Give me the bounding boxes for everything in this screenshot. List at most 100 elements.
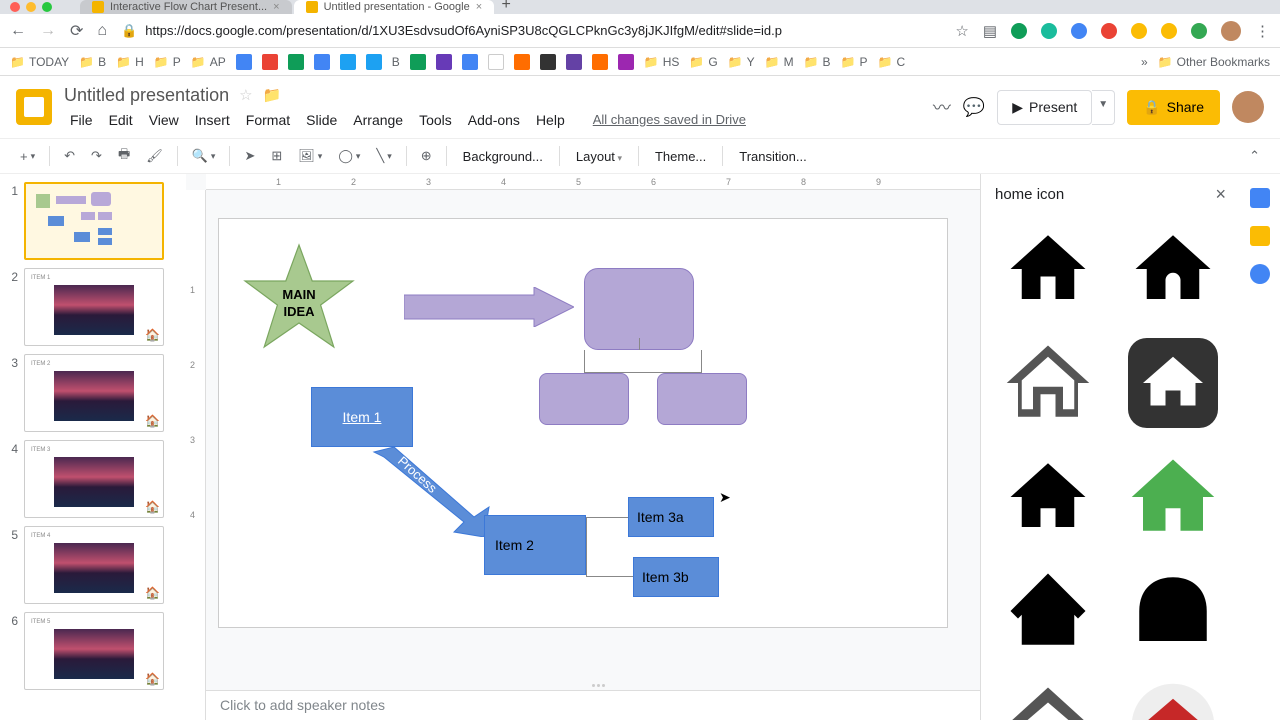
present-button[interactable]: ▶ Present: [997, 90, 1092, 125]
user-avatar[interactable]: [1232, 91, 1264, 123]
bookmark-item[interactable]: [314, 54, 330, 70]
extension-icon[interactable]: [1101, 23, 1117, 39]
keep-icon[interactable]: [1250, 226, 1270, 246]
bookmark-item[interactable]: [262, 54, 278, 70]
star-shape[interactable]: MAINIDEA: [239, 239, 359, 369]
bookmarks-overflow[interactable]: »: [1141, 55, 1148, 69]
bookmark-folder[interactable]: 📁B: [79, 55, 106, 69]
bookmark-folder[interactable]: 📁M: [765, 55, 794, 69]
bookmark-item[interactable]: [566, 54, 582, 70]
collapse-toolbar[interactable]: ⌃: [1243, 144, 1266, 168]
reload-button[interactable]: ⟳: [70, 21, 83, 41]
menu-arrange[interactable]: Arrange: [347, 110, 409, 130]
theme-button[interactable]: Theme...: [647, 145, 714, 168]
search-result-home-6[interactable]: [1114, 443, 1233, 551]
menu-tools[interactable]: Tools: [413, 110, 458, 130]
bookmark-item[interactable]: [462, 54, 478, 70]
slide-canvas[interactable]: MAINIDEA Item 1 Process Item 2 Item 3a I…: [218, 218, 948, 628]
bookmark-item[interactable]: [366, 54, 382, 70]
item1-box[interactable]: Item 1: [311, 387, 413, 447]
browser-tab-1[interactable]: Interactive Flow Chart Present... ×: [80, 0, 292, 14]
bookmark-folder[interactable]: 📁P: [841, 55, 868, 69]
bookmark-folder[interactable]: 📁H: [116, 55, 144, 69]
back-button[interactable]: ←: [10, 22, 26, 40]
bookmark-item[interactable]: [514, 54, 530, 70]
search-result-home-3[interactable]: [989, 329, 1108, 437]
menu-edit[interactable]: Edit: [103, 110, 139, 130]
tasks-icon[interactable]: [1250, 264, 1270, 284]
slide-thumbnail-2[interactable]: ITEM 1 🏠: [24, 268, 164, 346]
activity-icon[interactable]: 〰: [933, 94, 951, 120]
window-minimize[interactable]: [26, 2, 36, 12]
item3a-box[interactable]: Item 3a: [628, 497, 714, 537]
present-dropdown[interactable]: ▼: [1092, 90, 1115, 125]
redo-button[interactable]: ↷: [85, 144, 108, 168]
move-folder-icon[interactable]: 📁: [263, 86, 282, 104]
slide-thumbnail-6[interactable]: ITEM 5 🏠: [24, 612, 164, 690]
menu-format[interactable]: Format: [240, 110, 296, 130]
search-result-home-2[interactable]: [1114, 215, 1233, 323]
reader-icon[interactable]: ▤: [983, 22, 997, 40]
connector-line[interactable]: [586, 517, 628, 545]
shape-tool[interactable]: ◯▾: [332, 144, 366, 168]
window-maximize[interactable]: [42, 2, 52, 12]
extension-icon[interactable]: [1071, 23, 1087, 39]
menu-help[interactable]: Help: [530, 110, 571, 130]
slides-logo[interactable]: [16, 89, 52, 125]
item2-box[interactable]: Item 2: [484, 515, 586, 575]
bookmark-item[interactable]: [488, 54, 504, 70]
bookmark-folder[interactable]: 📁B: [804, 55, 831, 69]
slide-thumbnail-3[interactable]: ITEM 2 🏠: [24, 354, 164, 432]
close-icon[interactable]: ×: [1215, 184, 1226, 205]
item3b-box[interactable]: Item 3b: [633, 557, 719, 597]
menu-view[interactable]: View: [143, 110, 185, 130]
search-result-home-7[interactable]: [989, 557, 1108, 665]
print-button[interactable]: 🖶: [112, 141, 136, 171]
slide-thumbnail-5[interactable]: ITEM 4 🏠: [24, 526, 164, 604]
bookmark-item[interactable]: B: [392, 55, 400, 69]
process-arrow[interactable]: Process: [364, 447, 494, 537]
speaker-notes[interactable]: Click to add speaker notes: [206, 690, 980, 720]
bookmark-item[interactable]: [410, 54, 426, 70]
slide-thumbnail-1[interactable]: [24, 182, 164, 260]
search-result-home-10[interactable]: [1114, 671, 1233, 720]
bookmark-folder[interactable]: 📁AP: [191, 55, 226, 69]
extension-icon[interactable]: [1011, 23, 1027, 39]
bookmark-folder[interactable]: 📁Y: [728, 55, 755, 69]
close-icon[interactable]: ×: [273, 1, 279, 13]
share-button[interactable]: 🔒 Share: [1127, 90, 1220, 125]
textbox-tool[interactable]: ⊞: [265, 144, 288, 168]
bookmark-item[interactable]: [288, 54, 304, 70]
zoom-button[interactable]: 🔍▾: [186, 144, 222, 168]
bookmark-item[interactable]: [340, 54, 356, 70]
slide-thumbnail-4[interactable]: ITEM 3 🏠: [24, 440, 164, 518]
select-tool[interactable]: ➤: [238, 144, 261, 168]
purple-box-left[interactable]: [539, 373, 629, 425]
star-icon[interactable]: ☆: [955, 22, 968, 40]
extension-icon[interactable]: [1041, 23, 1057, 39]
layout-button[interactable]: Layout: [568, 145, 630, 168]
window-close[interactable]: [10, 2, 20, 12]
bookmark-item[interactable]: [618, 54, 634, 70]
menu-insert[interactable]: Insert: [189, 110, 236, 130]
profile-avatar[interactable]: [1221, 21, 1241, 41]
bookmark-folder[interactable]: 📁G: [689, 55, 717, 69]
other-bookmarks[interactable]: 📁Other Bookmarks: [1158, 55, 1270, 69]
arrow-shape[interactable]: [404, 287, 574, 327]
undo-button[interactable]: ↶: [58, 144, 81, 168]
extension-icon[interactable]: [1161, 23, 1177, 39]
menu-addons[interactable]: Add-ons: [462, 110, 526, 130]
connector-line[interactable]: [584, 350, 702, 373]
search-result-home-5[interactable]: [989, 443, 1108, 551]
save-status[interactable]: All changes saved in Drive: [587, 110, 752, 129]
bookmark-item[interactable]: [540, 54, 556, 70]
bookmark-folder[interactable]: 📁C: [878, 55, 906, 69]
calendar-icon[interactable]: [1250, 188, 1270, 208]
doc-title[interactable]: Untitled presentation: [64, 85, 229, 106]
extension-icon[interactable]: [1131, 23, 1147, 39]
bookmark-item[interactable]: [236, 54, 252, 70]
explore-query[interactable]: home icon: [995, 186, 1064, 203]
menu-slide[interactable]: Slide: [300, 110, 343, 130]
comments-icon[interactable]: 💬: [963, 97, 985, 118]
menu-icon[interactable]: ⋮: [1255, 22, 1270, 40]
